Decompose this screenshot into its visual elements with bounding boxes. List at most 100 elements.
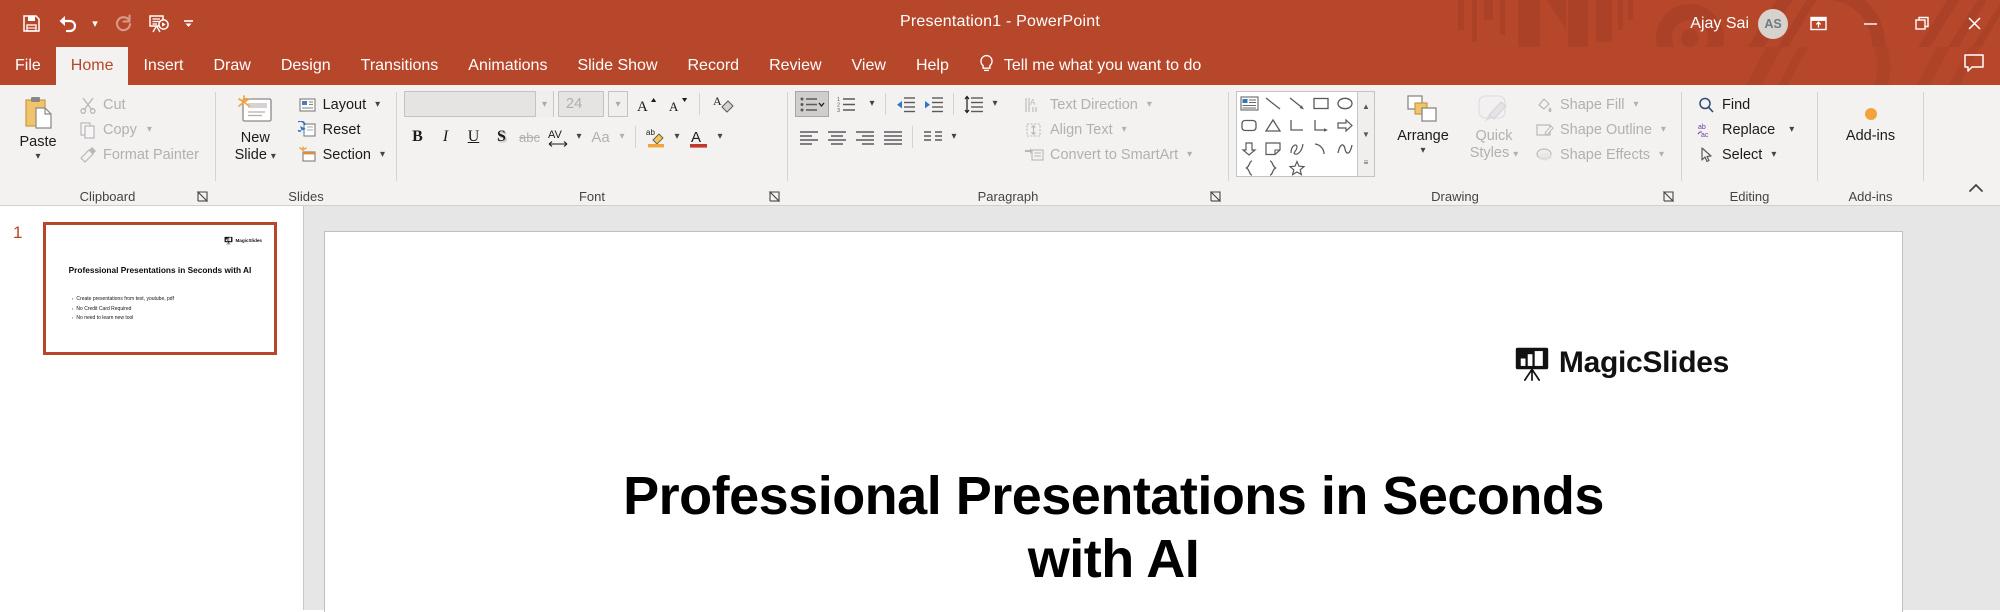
bullets-button[interactable] xyxy=(795,91,829,117)
italic-button[interactable]: I xyxy=(432,124,459,150)
tab-animations[interactable]: Animations xyxy=(453,47,562,85)
bold-button[interactable]: B xyxy=(404,124,431,150)
shapes-gallery[interactable] xyxy=(1236,91,1358,177)
arrange-button[interactable]: Arrange ▾ xyxy=(1385,91,1461,156)
line-spacing-caret[interactable]: ▾ xyxy=(988,99,1002,109)
arrow-shape xyxy=(1289,97,1304,110)
line-spacing-button[interactable] xyxy=(960,91,987,117)
gallery-more-icon[interactable]: ≡ xyxy=(1358,148,1374,176)
font-group-label: Font xyxy=(578,188,605,204)
save-icon[interactable] xyxy=(14,8,48,40)
text-highlight-caret[interactable]: ▾ xyxy=(670,132,684,142)
font-color-caret[interactable]: ▾ xyxy=(713,132,727,142)
section-button[interactable]: Section ▾ xyxy=(294,143,389,167)
tab-draw[interactable]: Draw xyxy=(198,47,265,85)
align-left-button[interactable] xyxy=(795,124,822,150)
select-button[interactable]: Select ▾ xyxy=(1693,143,1798,167)
cursor-icon xyxy=(1697,146,1716,164)
section-caret[interactable]: ▾ xyxy=(380,150,385,160)
change-case-caret[interactable]: ▾ xyxy=(615,132,629,142)
decrease-indent-button[interactable] xyxy=(892,91,919,117)
clipboard-dialog-launcher[interactable] xyxy=(196,190,209,203)
shapes-gallery-wrap: ▲ ▼ ≡ xyxy=(1236,91,1375,177)
restore-icon[interactable] xyxy=(1896,0,1948,47)
collapse-ribbon-icon[interactable] xyxy=(1966,181,1986,200)
select-caret[interactable]: ▾ xyxy=(1771,150,1776,160)
quick-styles-label-1: Quick xyxy=(1475,128,1513,144)
slide-thumbnail-pane[interactable]: 1 MagicSlides Professional Presentations… xyxy=(0,206,303,610)
text-highlight-color-button[interactable]: ab xyxy=(642,124,669,150)
character-spacing-button[interactable]: AV xyxy=(544,124,571,150)
account-area[interactable]: Ajay Sai AS xyxy=(1690,0,1788,47)
tab-insert[interactable]: Insert xyxy=(128,47,198,85)
paragraph-dialog-launcher[interactable] xyxy=(1209,190,1222,203)
paste-caret[interactable]: ▾ xyxy=(35,152,40,162)
numbering-button[interactable]: 123 xyxy=(830,91,864,117)
gallery-scroll-up-icon[interactable]: ▲ xyxy=(1358,92,1374,120)
columns-caret[interactable]: ▾ xyxy=(947,132,961,142)
align-right-button[interactable] xyxy=(851,124,878,150)
slide-canvas[interactable]: MagicSlides Professional Presentations i… xyxy=(324,231,1903,612)
tab-transitions[interactable]: Transitions xyxy=(346,47,454,85)
reset-button[interactable]: Reset xyxy=(294,118,389,142)
new-slide-button[interactable]: New Slide ▾ xyxy=(223,91,288,163)
underline-button[interactable]: U xyxy=(460,124,487,150)
right-arrow-shape xyxy=(1337,119,1353,133)
find-button[interactable]: Find xyxy=(1693,93,1798,117)
tab-design[interactable]: Design xyxy=(266,47,346,85)
undo-dropdown-caret[interactable]: ▾ xyxy=(86,8,104,40)
tab-file[interactable]: File xyxy=(0,47,56,85)
comments-icon[interactable] xyxy=(1962,51,1986,80)
gallery-scroll-down-icon[interactable]: ▼ xyxy=(1358,120,1374,148)
tab-home[interactable]: Home xyxy=(55,47,129,85)
minimize-icon[interactable] xyxy=(1844,0,1896,47)
strikethrough-button[interactable]: abc xyxy=(516,124,543,150)
numbering-caret[interactable]: ▾ xyxy=(865,99,879,109)
tab-review[interactable]: Review xyxy=(754,47,836,85)
paste-button[interactable]: Paste ▾ xyxy=(7,91,69,162)
layout-caret[interactable]: ▾ xyxy=(375,100,380,110)
justify-button[interactable] xyxy=(879,124,906,150)
increase-indent-button[interactable] xyxy=(920,91,947,117)
slide-thumbnail-1[interactable]: MagicSlides Professional Presentations i… xyxy=(43,222,277,355)
font-size-caret[interactable]: ▾ xyxy=(608,91,628,117)
slide-logo[interactable]: MagicSlides xyxy=(1514,345,1729,381)
align-center-button[interactable] xyxy=(823,124,850,150)
ribbon-display-options-icon[interactable] xyxy=(1792,0,1844,47)
columns-button[interactable] xyxy=(919,124,946,150)
tab-slide-show[interactable]: Slide Show xyxy=(562,47,672,85)
font-name-caret[interactable]: ▾ xyxy=(535,91,553,117)
slide-title-line-1: Professional Presentations in Seconds xyxy=(623,466,1604,526)
customize-qat-caret[interactable] xyxy=(178,8,198,40)
layout-button[interactable]: Layout ▾ xyxy=(294,93,389,117)
text-shadow-button[interactable]: S xyxy=(488,124,515,150)
arrange-caret[interactable]: ▾ xyxy=(1420,146,1425,156)
tab-view[interactable]: View xyxy=(837,47,901,85)
close-icon[interactable] xyxy=(1948,0,2000,47)
decrease-font-size-icon[interactable]: A xyxy=(663,91,690,117)
replace-button[interactable]: ab ac Replace ▾ xyxy=(1693,118,1798,142)
increase-font-size-icon[interactable]: A xyxy=(632,91,659,117)
font-size-input[interactable]: 24 xyxy=(558,91,604,117)
font-name-input[interactable]: ▾ xyxy=(404,91,554,117)
character-spacing-caret[interactable]: ▾ xyxy=(572,132,586,142)
font-color-button[interactable]: A xyxy=(685,124,712,150)
shape-fill-button: Shape Fill ▾ xyxy=(1531,93,1670,117)
ribbon-group-clipboard: Paste ▾ Cut Copy ▾ Format Painter Clipbo… xyxy=(0,85,215,206)
font-dialog-launcher[interactable] xyxy=(768,190,781,203)
tab-record[interactable]: Record xyxy=(673,47,755,85)
start-presentation-icon[interactable] xyxy=(142,8,176,40)
drawing-dialog-launcher[interactable] xyxy=(1662,190,1675,203)
replace-caret[interactable]: ▾ xyxy=(1789,125,1794,135)
tell-me-search[interactable]: Tell me what you want to do xyxy=(964,47,1201,85)
change-case-button[interactable]: Aa xyxy=(587,124,614,150)
text-direction-icon: A xyxy=(1024,96,1044,114)
reset-icon xyxy=(297,121,317,139)
avatar[interactable]: AS xyxy=(1758,8,1788,39)
clear-formatting-icon[interactable]: A xyxy=(709,91,736,117)
undo-icon[interactable] xyxy=(50,8,84,40)
addins-button[interactable]: Add-ins xyxy=(1831,91,1911,144)
tab-help[interactable]: Help xyxy=(901,47,964,85)
slide-title[interactable]: Professional Presentations in Seconds wi… xyxy=(455,465,1772,591)
shapes-gallery-scrollbar[interactable]: ▲ ▼ ≡ xyxy=(1358,91,1375,177)
